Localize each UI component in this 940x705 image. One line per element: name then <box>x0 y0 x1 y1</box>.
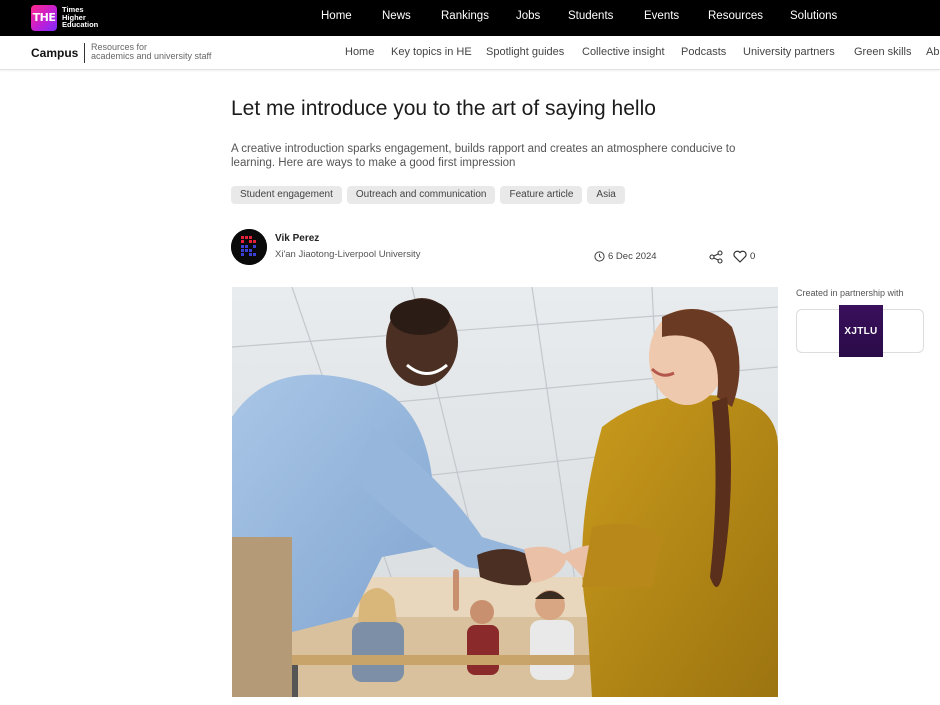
campus-home-link[interactable]: Campus <box>31 46 78 60</box>
main-nav-rankings[interactable]: Rankings <box>441 10 489 22</box>
main-nav-home[interactable]: Home <box>321 10 352 22</box>
article-tags: Student engagement Outreach and communic… <box>231 186 625 204</box>
campus-divider <box>84 43 85 63</box>
tag-outreach-communication[interactable]: Outreach and communication <box>346 186 496 204</box>
author-avatar-logo-icon <box>231 229 267 265</box>
publish-date: 6 Dec 2024 <box>594 251 657 262</box>
campus-tagline: Resources for academics and university s… <box>91 43 211 61</box>
campus-subnav-bar: Campus Resources for academics and unive… <box>0 36 940 70</box>
author-avatar[interactable] <box>231 229 267 265</box>
sub-nav-podcasts[interactable]: Podcasts <box>681 46 726 58</box>
sub-nav-green-skills[interactable]: Green skills <box>854 46 911 58</box>
like-button[interactable]: 0 <box>733 250 755 263</box>
sub-nav-collective-insight[interactable]: Collective insight <box>582 46 665 58</box>
tag-student-engagement[interactable]: Student engagement <box>231 186 342 204</box>
hero-image <box>232 287 778 697</box>
tag-feature-article[interactable]: Feature article <box>500 186 583 204</box>
main-nav-events[interactable]: Events <box>644 10 679 22</box>
hero-illustration <box>232 287 778 697</box>
main-nav-resources[interactable]: Resources <box>708 10 763 22</box>
main-nav-jobs[interactable]: Jobs <box>516 10 540 22</box>
partner-label: Created in partnership with <box>796 288 904 298</box>
sub-nav-about-truncated[interactable]: Ab <box>926 46 939 58</box>
heart-icon <box>733 250 747 263</box>
sub-nav-spotlight-guides[interactable]: Spotlight guides <box>486 46 564 58</box>
sub-nav-key-topics[interactable]: Key topics in HE <box>391 46 472 58</box>
partner-card[interactable]: XJTLU <box>796 305 924 357</box>
clock-icon <box>594 251 605 262</box>
top-navigation-bar: THE Times Higher Education Home News Ran… <box>0 0 940 36</box>
author-name[interactable]: Vik Perez <box>275 233 319 244</box>
main-nav-news[interactable]: News <box>382 10 411 22</box>
tag-asia[interactable]: Asia <box>587 186 625 204</box>
sub-nav-university-partners[interactable]: University partners <box>743 46 835 58</box>
xjtlu-logo: XJTLU <box>839 305 883 357</box>
main-nav: Home News Rankings Jobs Students Events … <box>0 0 940 36</box>
sub-nav-home[interactable]: Home <box>345 46 374 58</box>
campus-tagline-line-2: academics and university staff <box>91 51 212 61</box>
like-count: 0 <box>750 251 756 262</box>
main-nav-students[interactable]: Students <box>568 10 613 22</box>
publish-date-text: 6 Dec 2024 <box>608 251 657 262</box>
share-icon[interactable] <box>709 250 723 264</box>
author-institution: Xi'an Jiaotong-Liverpool University <box>275 249 421 260</box>
main-nav-solutions[interactable]: Solutions <box>790 10 837 22</box>
article-standfirst: A creative introduction sparks engagemen… <box>231 143 736 169</box>
article-title: Let me introduce you to the art of sayin… <box>231 97 656 120</box>
